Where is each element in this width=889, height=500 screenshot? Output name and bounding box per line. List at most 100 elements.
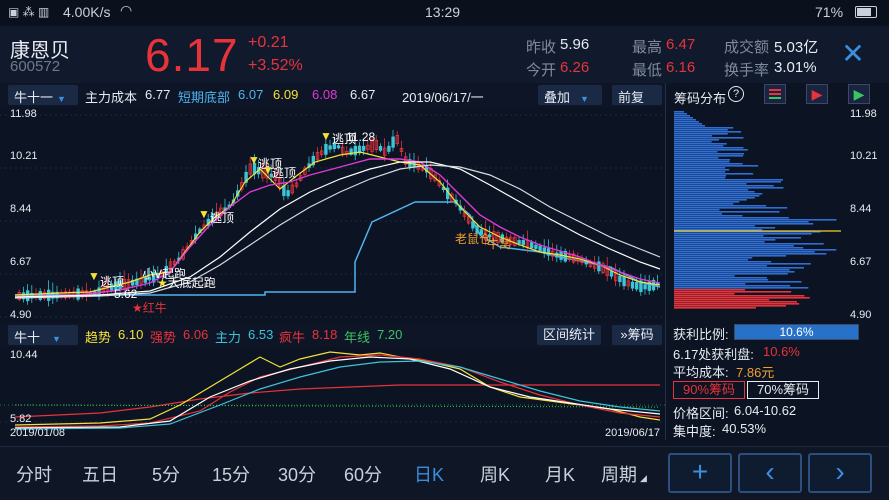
chip-bar-loss	[674, 171, 726, 173]
chip-bar-loss	[674, 187, 784, 189]
chip-histogram	[674, 111, 841, 309]
chip-bar-loss	[674, 279, 769, 281]
quote-label: 最高	[632, 39, 663, 56]
tab-monthly-k[interactable]: 月K	[530, 461, 590, 487]
chip-bar-loss	[674, 255, 787, 257]
prev-button[interactable]: ‹	[738, 453, 802, 493]
chip-90-button[interactable]: 90%筹码	[673, 381, 745, 399]
chevron-left-icon: ‹	[765, 456, 775, 487]
bull-nest-label: 牛窝	[487, 237, 512, 251]
trend-value: 6.10	[118, 327, 144, 342]
quote-value: 6.16	[666, 59, 696, 76]
tab-5min[interactable]: 5分	[136, 461, 196, 487]
close-icon[interactable]: ✕	[838, 40, 868, 70]
price-change: +0.21	[248, 34, 289, 51]
candle-body	[391, 136, 395, 148]
adjust-button[interactable]: 前复权	[612, 85, 662, 124]
chips-button[interactable]: »筹码	[612, 325, 662, 345]
chip-view-list-icon[interactable]	[764, 84, 786, 104]
next-button[interactable]: ›	[808, 453, 872, 493]
sell-marker-icon: ▼	[88, 269, 100, 283]
chip-axis-label: 10.21	[850, 150, 878, 162]
main-cost-label: 主力成本	[85, 90, 138, 105]
tab-intraday[interactable]: 分时	[4, 461, 64, 487]
candle-body	[635, 281, 639, 290]
tab-weekly-k[interactable]: 周K	[465, 461, 525, 487]
sub-indicator-select[interactable]: 牛十 ▼	[8, 325, 78, 345]
chip-view-flag-red-icon[interactable]: ▶	[806, 84, 828, 104]
ma-value-yellow: 6.09	[273, 87, 299, 102]
chip-bar-loss	[674, 131, 742, 133]
chip-bar-loss	[674, 195, 760, 197]
chip-bar-loss	[674, 165, 759, 167]
candle-body	[584, 261, 588, 265]
candle-body	[597, 261, 601, 272]
chip-bar-loss	[674, 113, 687, 115]
battery-level: 71%	[815, 4, 844, 20]
chip-70-button[interactable]: 70%筹码	[747, 381, 819, 399]
chip-bar-loss	[674, 261, 772, 263]
strong-line	[14, 354, 661, 428]
tab-daily-k[interactable]: 日K	[399, 461, 459, 487]
chip-bar-loss	[674, 203, 734, 205]
cursor-date: 2019/06/17/一	[402, 90, 484, 105]
chip-bar-loss	[674, 169, 730, 171]
chip-bar-loss	[674, 119, 696, 121]
clock: 13:29	[425, 4, 461, 20]
interval-stats-button[interactable]: 区间统计	[537, 325, 601, 345]
chip-bar-loss	[674, 283, 746, 285]
chip-distribution-panel: 筹码分布 ? ▶ ▶ 11.98 10.21 8.44 6.67 4.90 获利…	[665, 83, 889, 440]
price-axis-label: 11.98	[10, 108, 37, 120]
chip-bar-loss	[674, 237, 802, 239]
candle-body	[622, 276, 626, 287]
chip-view-flag-green-icon[interactable]: ▶	[848, 84, 870, 104]
candle-body	[534, 244, 538, 249]
chip-bar-loss	[674, 257, 753, 259]
tab-30min[interactable]: 30分	[267, 461, 327, 487]
chip-bar-loss	[674, 277, 767, 279]
chip-bar-loss	[674, 239, 776, 241]
period-nav: 分时 五日 5分 15分 30分 60分 日K 周K 月K 周期 ◢ + ‹ ›	[0, 446, 889, 500]
tab-period[interactable]: 周期 ◢	[594, 461, 654, 487]
overlay-select[interactable]: 叠加 ▼	[538, 85, 602, 105]
tab-60min[interactable]: 60分	[333, 461, 393, 487]
add-button[interactable]: +	[668, 453, 732, 493]
candle-body	[538, 245, 542, 252]
main-indicator-select[interactable]: 牛十一 ▼	[8, 85, 78, 105]
candle-body	[324, 143, 328, 155]
chip-bar-loss	[674, 189, 749, 191]
crazy-bull-label: 疯牛	[279, 330, 306, 345]
candle-body	[643, 284, 647, 290]
candle-body	[286, 190, 290, 197]
help-icon[interactable]: ?	[728, 86, 744, 102]
main-value: 6.53	[248, 327, 274, 342]
tab-five-day[interactable]: 五日	[70, 461, 130, 487]
chip-bar-loss	[674, 193, 763, 195]
chip-bar-loss	[674, 155, 744, 157]
chip-axis-label: 11.98	[850, 108, 877, 120]
main-force-line	[14, 360, 661, 430]
big-bottom-text: 大底起跑	[167, 276, 216, 290]
dropdown-triangle-icon: ▼	[52, 334, 61, 344]
chip-bar-loss	[674, 219, 837, 221]
status-bar: ▣ ⁂ ▥ 4.00K/s ◠ 13:29 71%	[0, 0, 889, 26]
short-bottom-label: 短期底部	[178, 90, 231, 105]
avg-cost-label: 平均成本:	[673, 365, 729, 380]
candle-body	[609, 271, 614, 277]
high-price-label: 11.28	[346, 130, 376, 144]
chip-bar-profit	[674, 297, 810, 299]
sub-chart-svg	[0, 351, 665, 430]
chip-bar-loss	[674, 243, 824, 245]
chip-bar-loss	[674, 233, 812, 235]
chip-bar-loss	[674, 151, 718, 153]
chip-bar-loss	[674, 273, 788, 275]
tab-15min[interactable]: 15分	[201, 461, 261, 487]
main-cost-value: 6.77	[145, 87, 171, 102]
sub-indicator-chart[interactable]: 10.44 5.82 2019/01/08 2019/06/17	[0, 347, 665, 440]
year-line-value: 7.20	[377, 327, 403, 342]
candle-body	[328, 145, 332, 150]
kline-chart[interactable]: 11.98 10.21 8.44 6.67 4.90 ▼ 逃顶 5.62 ★红牛…	[0, 107, 665, 323]
chip-bar-loss	[674, 213, 723, 215]
chip-bar-loss	[674, 127, 734, 129]
chip-bar-loss	[674, 221, 809, 223]
